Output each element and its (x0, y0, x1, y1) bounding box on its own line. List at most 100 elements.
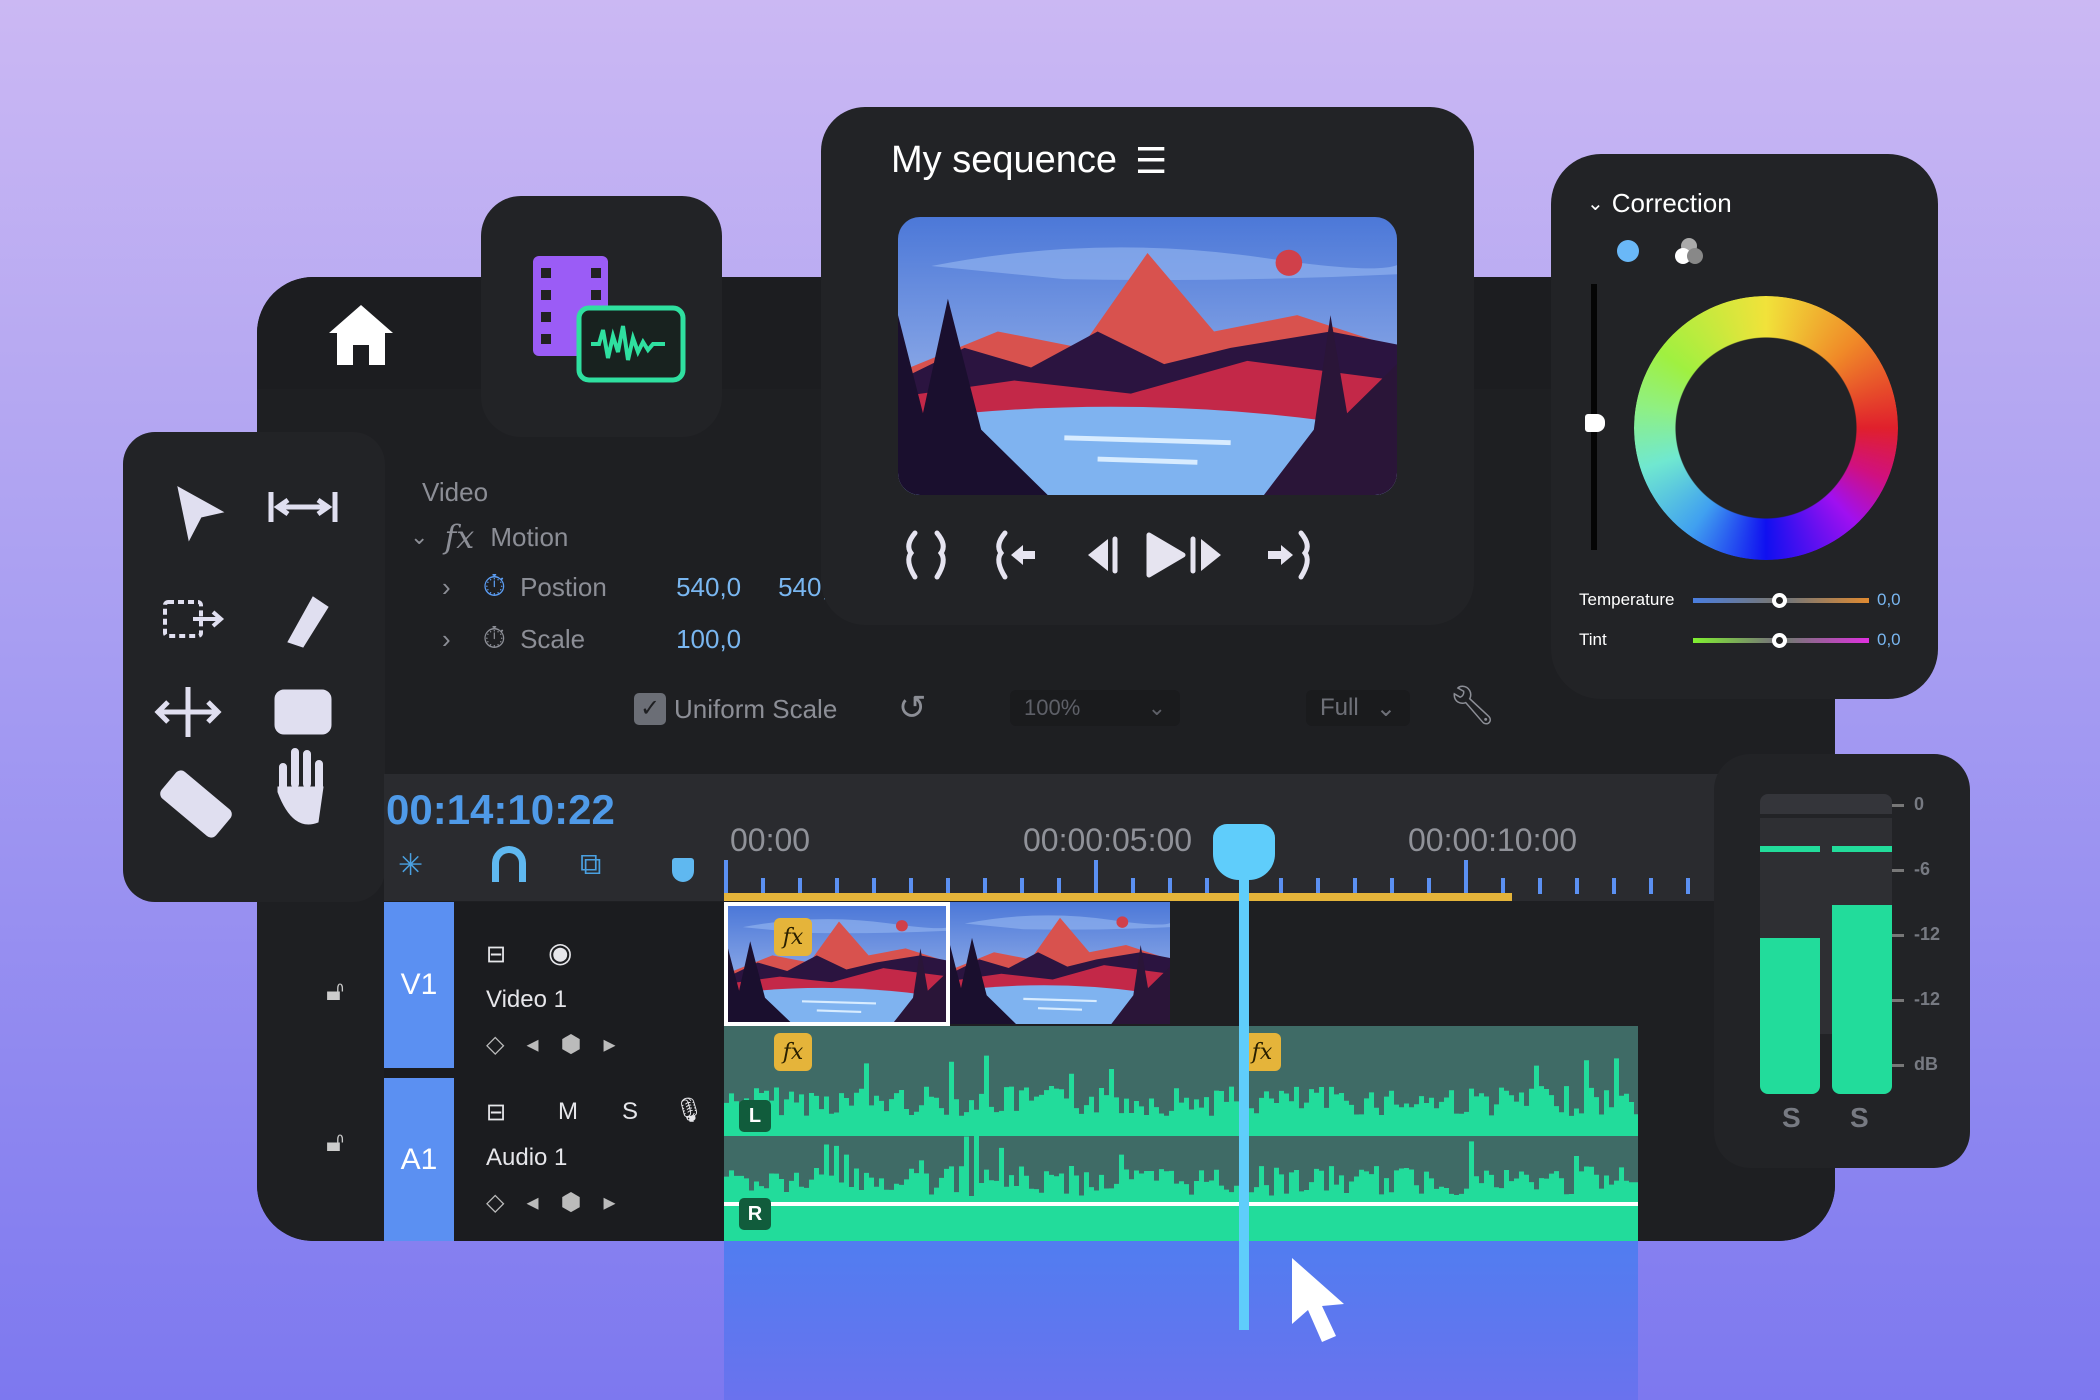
meter-peak-marker (1760, 845, 1820, 852)
video-clip-selected[interactable] (724, 902, 950, 1026)
fx-icon: fx (444, 518, 475, 556)
track-name-video: Video 1 (486, 986, 567, 1013)
ripple-edit-tool-icon[interactable] (268, 492, 338, 522)
tint-handle[interactable] (1772, 633, 1787, 648)
luma-slider-handle[interactable] (1585, 414, 1605, 432)
audio-clip[interactable] (724, 1026, 1638, 1241)
razor-tool-icon[interactable] (158, 768, 233, 839)
lock-icon[interactable]: 🔓︎ (326, 975, 344, 1008)
keyframe-nav[interactable]: ◇◂⬢▸ (486, 1030, 638, 1059)
meter-scale-label: -12 (1914, 989, 1941, 1009)
timecode[interactable]: 00:14:10:22 (386, 786, 615, 834)
mark-out-icon[interactable] (934, 530, 946, 580)
channel-left-label: L (739, 1100, 771, 1132)
playhead-handle[interactable] (1213, 824, 1275, 880)
chevron-right-icon: › (442, 571, 451, 602)
play-icon[interactable] (1146, 532, 1186, 578)
selection-tool-icon[interactable] (177, 486, 225, 542)
hand-tool-icon[interactable] (277, 748, 324, 825)
pen-tool-icon[interactable] (287, 596, 329, 648)
media-panel (481, 196, 722, 437)
snap-off-icon[interactable]: ✳︎ (398, 848, 423, 883)
temperature-handle[interactable] (1772, 593, 1787, 608)
section-label-video: Video (422, 477, 489, 507)
mute-button[interactable]: M (558, 1098, 578, 1126)
channel-right-label: R (739, 1198, 771, 1230)
stopwatch-icon[interactable]: ⏱ (483, 570, 506, 604)
fx-badge[interactable]: fx (774, 1033, 812, 1071)
meter-level-bar (1832, 905, 1892, 1094)
track-name-audio: Audio 1 (486, 1144, 568, 1171)
track-target-a1[interactable]: A1 (384, 1078, 454, 1241)
slip-tool-icon[interactable] (154, 687, 222, 737)
meter-scale-label: -6 (1914, 859, 1931, 879)
fx-badge[interactable]: fx (774, 918, 812, 956)
menu-icon[interactable]: ☰ (1135, 140, 1167, 182)
meter-solo-right[interactable]: S (1850, 1102, 1869, 1134)
meter-clip-indicator (1760, 794, 1892, 814)
microphone-icon[interactable]: 🎙︎ (674, 1096, 704, 1125)
temperature-label: Temperature (1579, 590, 1675, 609)
meter-scale-label: 0 (1914, 794, 1925, 814)
tint-value[interactable]: 0,0 (1877, 630, 1901, 650)
effect-motion[interactable]: ⌄ fx Motion (410, 518, 568, 556)
wrench-icon[interactable]: 🔧︎ (1448, 684, 1496, 728)
eye-icon[interactable]: ◉ (548, 936, 572, 969)
zoom-dropdown[interactable]: 100% ⌄ (1010, 690, 1180, 726)
effect-name: Motion (490, 521, 569, 552)
param-label: Scale (520, 623, 586, 654)
video-preview[interactable] (898, 217, 1397, 495)
magnet-snap-icon[interactable] (492, 846, 526, 882)
meter-solo-left[interactable]: S (1782, 1102, 1801, 1134)
chevron-right-icon: › (442, 623, 451, 654)
mark-in-icon[interactable] (906, 530, 918, 580)
go-to-in-icon[interactable] (996, 530, 1035, 580)
track-target-v1[interactable]: V1 (384, 902, 454, 1068)
single-wheel-mode-icon[interactable] (1617, 240, 1639, 262)
ruler-label-0: 00:00 (730, 822, 811, 858)
linked-selection-icon[interactable]: ⧉ (580, 848, 601, 882)
color-wheel[interactable] (1634, 296, 1898, 560)
quality-dropdown[interactable]: Full ⌄ (1306, 690, 1410, 726)
correction-header[interactable]: ⌄ Correction (1587, 188, 1732, 219)
video-clip[interactable] (950, 902, 1170, 1024)
sequence-title: My sequence (891, 139, 1118, 181)
waveform-channel (724, 1131, 1638, 1241)
param-value[interactable]: 100,0 (676, 624, 741, 655)
meter-level-bar (1760, 937, 1820, 1094)
add-marker-icon[interactable] (672, 858, 694, 882)
param-value-x[interactable]: 540,0 (676, 572, 770, 603)
temperature-value[interactable]: 0,0 (1877, 590, 1901, 610)
go-to-out-icon[interactable] (1268, 530, 1310, 580)
work-area-bar[interactable] (724, 893, 1512, 901)
sync-lock-icon[interactable]: ⊟ (486, 1098, 506, 1127)
playhead-line[interactable] (1239, 860, 1249, 1330)
lock-icon[interactable]: 🔓︎ (326, 1126, 344, 1159)
chevron-down-icon: ⌄ (1147, 695, 1166, 720)
rectangle-tool-icon[interactable] (274, 689, 332, 735)
audio-meter-panel: 0 -6 -12 -12 dB S S (1714, 754, 1970, 1168)
step-forward-icon[interactable] (1190, 536, 1221, 574)
tools-panel (123, 432, 385, 902)
param-row-scale[interactable]: › ⏱ Scale 100,0 (442, 622, 741, 656)
keyframe-nav[interactable]: ◇◂⬢▸ (486, 1188, 638, 1217)
chevron-down-icon: ⌄ (410, 524, 429, 549)
param-row-position[interactable]: › ⏱ Postion 540,0 540, (442, 570, 829, 604)
sync-lock-icon[interactable]: ⊟ (486, 940, 506, 969)
meter-scale-label: -12 (1914, 924, 1941, 944)
correction-title: Correction (1611, 188, 1732, 218)
meter-scale-tick (1892, 1064, 1904, 1067)
home-icon[interactable] (327, 303, 395, 372)
step-back-icon[interactable] (1088, 536, 1118, 574)
three-wheel-mode-icon[interactable] (1673, 236, 1705, 266)
stopwatch-icon[interactable]: ⏱ (483, 622, 506, 656)
program-monitor: My sequence ☰ (821, 107, 1474, 625)
mouse-cursor-icon (1292, 1258, 1344, 1342)
solo-button[interactable]: S (622, 1098, 638, 1126)
ruler-label-10s: 00:00:10:00 (1408, 822, 1578, 858)
uniform-scale-checkbox[interactable]: ✓ Uniform Scale (634, 693, 837, 725)
media-clip-icon[interactable] (481, 196, 722, 437)
meter-scale-tick (1892, 804, 1904, 807)
clip-reflection (724, 1226, 1638, 1400)
reset-icon[interactable]: ↺ (898, 688, 927, 728)
